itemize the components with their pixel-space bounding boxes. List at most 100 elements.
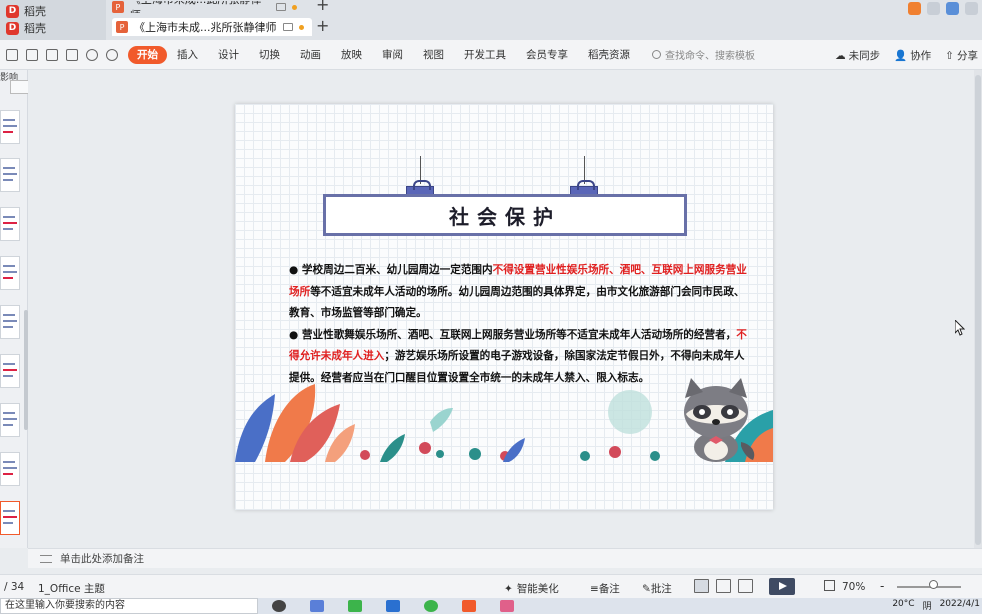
minimize-icon[interactable] (965, 2, 978, 15)
slide-thumbnail[interactable] (0, 452, 20, 486)
fit-to-window-icon[interactable] (824, 580, 835, 591)
ribbon-toolbar: 开始 插入 设计 切换 动画 放映 审阅 视图 开发工具 会员专享 稻壳资源 查… (0, 40, 982, 70)
docer-logo-icon: D (6, 21, 19, 35)
p2-prefix: ● 营业性歌舞娱乐场所、酒吧、互联网上网服务营业场所等不适宜未成年人活动场所的经… (289, 328, 737, 341)
file-tab-2[interactable]: P 《上海市未成...兆所张静律师 (112, 18, 312, 36)
command-search[interactable]: 查找命令、搜索模板 (652, 47, 755, 62)
canvas-scrollbar[interactable] (974, 70, 982, 548)
ribbon-right-actions: ☁ 未同步 👤 协作 ⇧ 分享 (835, 48, 978, 63)
task-view-icon[interactable] (272, 600, 286, 612)
comment-icon: ✎ (642, 583, 651, 595)
file-tab-title: 《上海市未成...兆所张静律师 (134, 21, 277, 34)
wechat-icon[interactable] (348, 600, 362, 612)
tab-design[interactable]: 设计 (208, 46, 249, 64)
slide-thumbnail[interactable] (0, 256, 20, 290)
tab-insert[interactable]: 插入 (167, 46, 208, 64)
slide-thumbnail[interactable] (0, 403, 20, 437)
save-icon[interactable] (6, 48, 18, 61)
browser-icon[interactable] (310, 600, 324, 612)
layout-icon[interactable] (927, 2, 940, 15)
new-tab-button[interactable]: + (316, 0, 329, 14)
notes-pane[interactable]: 单击此处添加备注 (28, 548, 982, 568)
play-slideshow-button[interactable] (769, 578, 795, 595)
presentation-file-icon: P (112, 1, 124, 13)
workspace-tab-label: 稻壳 (24, 22, 46, 35)
command-search-placeholder: 查找命令、搜索模板 (665, 51, 755, 62)
collab-button[interactable]: 👤 协作 (894, 48, 931, 63)
zoom-slider-knob[interactable] (929, 580, 938, 589)
notes-icon (40, 554, 52, 563)
collab-label: 协作 (910, 50, 932, 62)
tab-animations[interactable]: 动画 (290, 46, 331, 64)
tab-member[interactable]: 会员专享 (516, 46, 578, 64)
slide-title-box[interactable]: 社会保护 (323, 194, 693, 242)
undo-icon[interactable] (86, 48, 98, 61)
tab-developer[interactable]: 开发工具 (454, 46, 516, 64)
os-taskbar: 在这里输入你要搜索的内容 20°C 阴 2022/4/1 (0, 598, 982, 614)
slide-thumbnail-panel: 影响 (0, 70, 30, 548)
title-bar: D 稻壳 D 稻壳 P 《上海市未成...此所张静律师 P 《上海市未成...兆… (0, 0, 982, 40)
p1-prefix: ● 学校周边二百米、幼儿园周边一定范围内 (289, 264, 493, 276)
tab-docer-resources[interactable]: 稻壳资源 (578, 46, 640, 64)
comment-button[interactable]: ✎批注 (642, 581, 672, 596)
tab-review[interactable]: 审阅 (372, 46, 413, 64)
status-bar: / 34 1_Office 主题 ✦ 智能美化 ≡备注 ✎批注 70% - (0, 574, 982, 598)
page-indicator: / 34 (4, 581, 25, 593)
smart-beautify-button[interactable]: ✦ 智能美化 (504, 581, 559, 596)
workspace-tab-1[interactable]: D 稻壳 (6, 3, 46, 19)
print-icon[interactable] (46, 48, 58, 61)
slide-thumbnail-selected[interactable] (0, 501, 20, 535)
slide-thumbnail[interactable] (0, 207, 20, 241)
monitor-icon (282, 23, 293, 31)
clock-date[interactable]: 2022/4/1 (940, 599, 980, 612)
unsaved-dot-icon (292, 4, 297, 10)
temperature-readout: 20°C (892, 599, 915, 609)
ime-icon[interactable] (908, 2, 921, 15)
raccoon-mascot-illustration (684, 378, 755, 462)
new-tab-button[interactable]: + (316, 16, 329, 35)
slide-thumbnail[interactable] (0, 110, 20, 144)
workspace-tab-strip: D 稻壳 D 稻壳 (0, 0, 106, 40)
notes-toggle-icon: ≡ (590, 583, 599, 595)
beautify-icon: ✦ (504, 582, 513, 595)
media-app-icon[interactable] (500, 600, 514, 612)
workspace-tab-2[interactable]: D 稻壳 (6, 20, 46, 36)
slide-thumbnail[interactable] (0, 158, 20, 192)
slide-title: 社会保护 (449, 204, 561, 229)
normal-view-button[interactable] (694, 579, 709, 593)
current-slide[interactable]: 社会保护 ● 学校周边二百米、幼儿园周边一定范围内不得设置营业性娱乐场所、酒吧、… (235, 104, 773, 510)
beautify-label: 智能美化 (516, 583, 559, 595)
store-icon[interactable] (386, 600, 400, 612)
notes-toggle-button[interactable]: ≡备注 (590, 581, 620, 596)
redo-icon[interactable] (106, 48, 118, 61)
file-tab-title: 《上海市未成...此所张静律师 (130, 1, 270, 13)
wps-office-icon[interactable] (462, 600, 476, 612)
file-tab-1[interactable]: P 《上海市未成...此所张静律师 (112, 1, 297, 13)
scrollbar-thumb[interactable] (975, 75, 981, 545)
sync-status-button[interactable]: ☁ 未同步 (835, 48, 880, 63)
slide-thumbnail[interactable] (0, 354, 20, 388)
share-button[interactable]: ⇧ 分享 (945, 48, 978, 63)
taskbar-search-input[interactable]: 在这里输入你要搜索的内容 (0, 598, 258, 614)
slide-thumbnail[interactable] (0, 305, 20, 339)
tab-home[interactable]: 开始 (128, 45, 167, 64)
theme-name[interactable]: 1_Office 主题 (38, 581, 105, 596)
export-icon[interactable] (26, 48, 38, 61)
avatar[interactable] (946, 2, 959, 15)
tab-view[interactable]: 视图 (413, 46, 454, 64)
preview-icon[interactable] (66, 48, 78, 61)
reading-view-button[interactable] (738, 579, 753, 593)
search-icon (652, 50, 661, 59)
presentation-file-icon: P (116, 21, 128, 33)
zoom-level[interactable]: 70% (842, 581, 865, 593)
slide-sorter-view-button[interactable] (716, 579, 731, 593)
weather-readout: 阴 (922, 602, 932, 612)
slide-body-text[interactable]: ● 学校周边二百米、幼儿园周边一定范围内不得设置营业性娱乐场所、酒吧、互联网上网… (289, 260, 749, 389)
sync-status-label: 未同步 (848, 50, 881, 62)
chat-app-icon[interactable] (424, 600, 438, 612)
tab-slideshow[interactable]: 放映 (331, 46, 372, 64)
docer-logo-icon: D (6, 4, 19, 18)
zoom-out-button[interactable]: - (880, 579, 884, 593)
panel-toggle-button[interactable] (10, 80, 30, 94)
tab-transitions[interactable]: 切换 (249, 46, 290, 64)
